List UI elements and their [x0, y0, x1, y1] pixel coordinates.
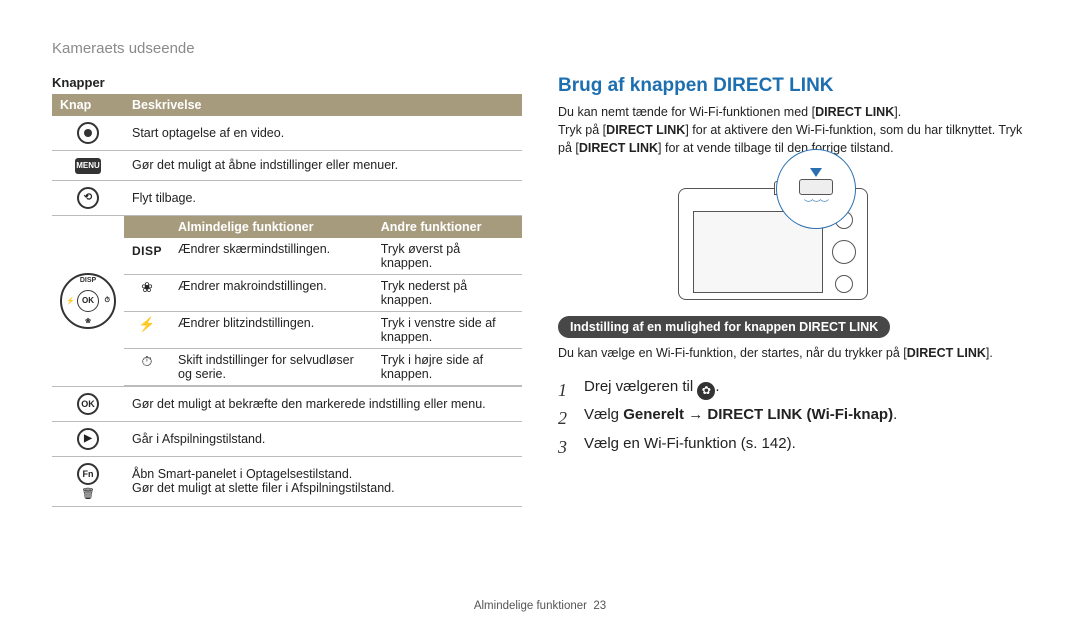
sub-para: Du kan vælge en Wi-Fi-funktion, der star… [558, 344, 1028, 362]
sub-c2: Tryk øverst på knappen. [373, 238, 522, 275]
sub-c1: Ændrer blitzindstillingen. [170, 311, 373, 348]
fn-trash-icon: Fn 🗑 [77, 463, 99, 500]
sub-c1: Ændrer makroindstillingen. [170, 274, 373, 311]
th-andre: Andre funktioner [373, 216, 522, 238]
subsection-pill: Indstilling af en mulighed for knappen D… [558, 316, 890, 338]
table-row: OK Gør det muligt at bekræfte den marker… [52, 386, 522, 421]
ok-icon: OK [77, 393, 99, 415]
dpad-flash-icon: ⚡ [66, 297, 75, 305]
table-row: DISP Ændrer skærmindstillingen. Tryk øve… [124, 238, 522, 275]
page-footer: Almindelige funktioner 23 [0, 600, 1080, 612]
section-title-knapper: Knapper [52, 75, 522, 90]
left-column: Knapper Knap Beskrivelse Start optagelse… [52, 75, 522, 507]
direct-link-button-illus [799, 179, 833, 195]
desc: Gør det muligt at bekræfte den markerede… [124, 386, 522, 421]
buttons-table: Knap Beskrivelse Start optagelse af en v… [52, 94, 522, 507]
step-item: Vælg en Wi-Fi-funktion (s. 142). [558, 430, 1028, 459]
table-row: ❀ Ændrer makroindstillingen. Tryk neders… [124, 274, 522, 311]
desc: Start optagelse af en video. [124, 116, 522, 151]
table-row-dpad: DISP ❀ ⚡ ⏱ OK Almindelige f [52, 215, 522, 386]
sub-c1: Skift indstillinger for selvudløser og s… [170, 348, 373, 385]
play-icon: ▶ [77, 428, 99, 450]
table-row: Start optagelse af en video. [52, 116, 522, 151]
macro-icon: ❀ [124, 274, 170, 311]
sub-c2: Tryk nederst på knappen. [373, 274, 522, 311]
dpad-disp-label: DISP [80, 277, 96, 284]
arrow-down-icon [810, 168, 822, 177]
table-row: Fn 🗑 Åbn Smart-panelet i Optagelsestilst… [52, 456, 522, 506]
desc: Gør det muligt at åbne indstillinger ell… [124, 151, 522, 181]
sub-c2: Tryk i venstre side af knappen. [373, 311, 522, 348]
dpad-macro-icon: ❀ [85, 317, 91, 325]
table-row: ⚡ Ændrer blitzindstillingen. Tryk i vens… [124, 311, 522, 348]
dpad-ok-label: OK [77, 290, 99, 312]
section-title-directlink: Brug af knappen DIRECT LINK [558, 75, 1028, 97]
step-item: Drej vælgeren til ✿. [558, 373, 1028, 402]
desc: Flyt tilbage. [124, 180, 522, 215]
disp-icon: DISP [132, 244, 162, 258]
record-icon [77, 122, 99, 144]
settings-dial-icon: ✿ [697, 382, 715, 400]
breadcrumb: Kameraets udseende [52, 40, 1028, 57]
back-icon: ⟲ [77, 187, 99, 209]
table-row: ⟲ Flyt tilbage. [52, 180, 522, 215]
wifi-waves-icon: ︶︶︶ [804, 197, 828, 210]
desc: Åbn Smart-panelet i Optagelsestilstand. [132, 467, 514, 481]
th-knap: Knap [52, 94, 124, 116]
flash-icon: ⚡ [124, 311, 170, 348]
th-almindelige: Almindelige funktioner [170, 216, 373, 238]
steps-list: Drej vælgeren til ✿. Vælg Generelt → DIR… [558, 373, 1028, 459]
dpad-diagram: DISP ❀ ⚡ ⏱ OK [60, 273, 116, 329]
intro-para-1: Du kan nemt tænde for Wi-Fi-funktionen m… [558, 103, 1028, 121]
intro-para-2: Tryk på [DIRECT LINK] for at aktivere de… [558, 121, 1028, 157]
table-row: ⏱ Skift indstillinger for selvudløser og… [124, 348, 522, 385]
menu-icon: MENU [75, 158, 101, 174]
step-item: Vælg Generelt → DIRECT LINK (Wi-Fi-knap)… [558, 401, 1028, 430]
camera-illustration: ︶︶︶ [678, 165, 908, 300]
table-row: MENU Gør det muligt at åbne indstillinge… [52, 151, 522, 181]
sub-c1: Ændrer skærmindstillingen. [170, 238, 373, 275]
table-row: ▶ Går i Afspilningstilstand. [52, 421, 522, 456]
th-beskrivelse: Beskrivelse [124, 94, 522, 116]
right-column: Brug af knappen DIRECT LINK Du kan nemt … [558, 75, 1028, 507]
dpad-subtable: Almindelige funktioner Andre funktioner … [124, 216, 522, 386]
desc: Går i Afspilningstilstand. [124, 421, 522, 456]
dpad-timer-icon: ⏱ [105, 297, 110, 305]
timer-icon: ⏱ [124, 348, 170, 385]
desc: Gør det muligt at slette filer i Afspiln… [132, 481, 514, 495]
magnifier-callout: ︶︶︶ [776, 149, 856, 229]
sub-c2: Tryk i højre side af knappen. [373, 348, 522, 385]
